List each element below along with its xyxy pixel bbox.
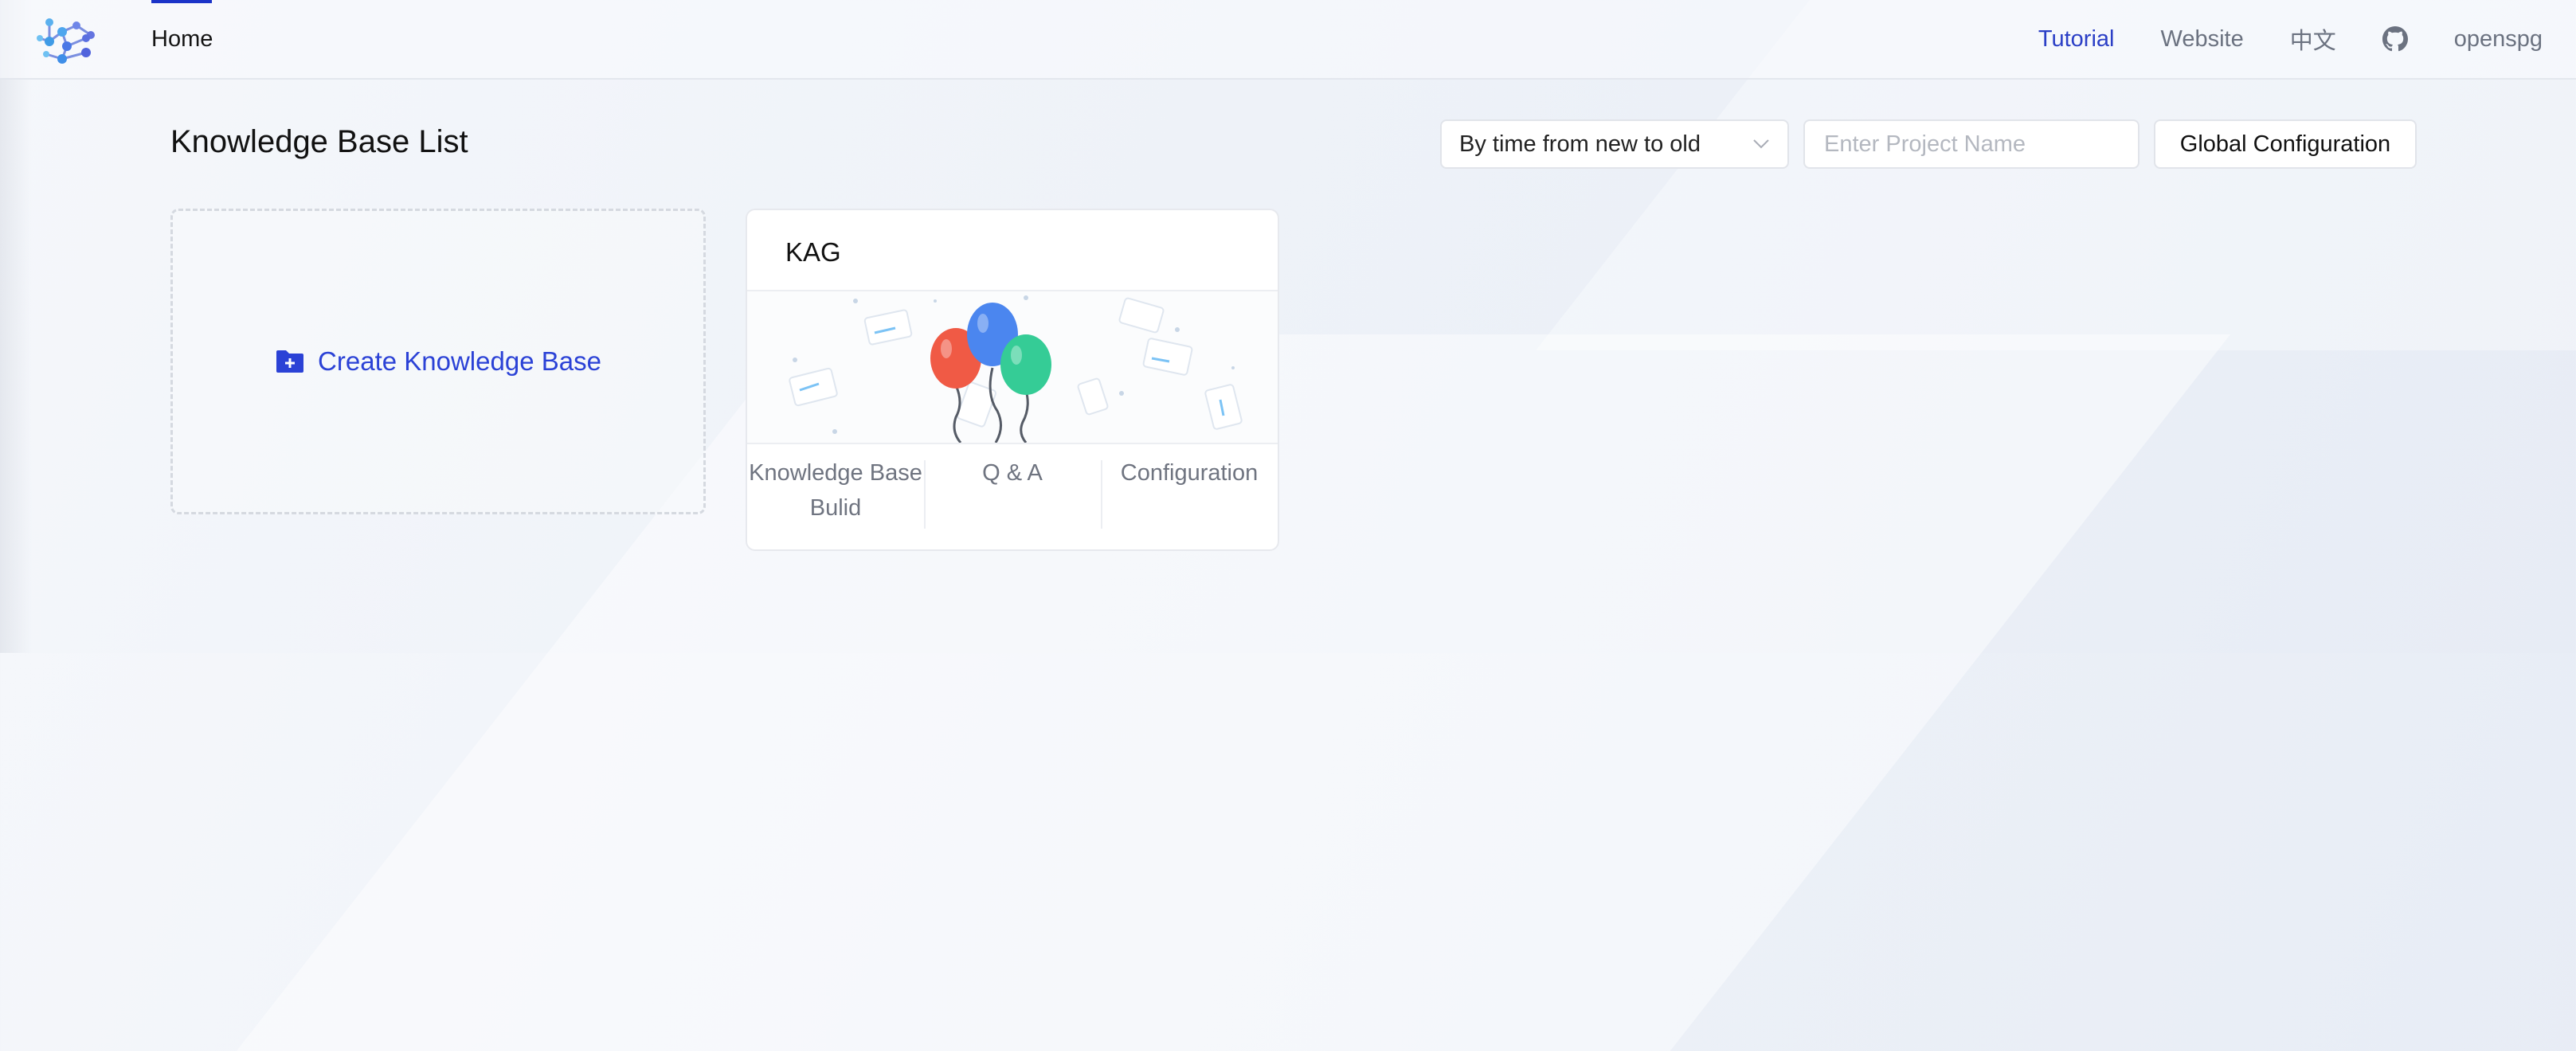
qa-button[interactable]: Q & A	[924, 444, 1101, 549]
configuration-button[interactable]: Configuration	[1101, 444, 1278, 549]
github-icon[interactable]	[2382, 26, 2408, 52]
background-shade	[0, 0, 32, 653]
nav-home[interactable]: Home	[151, 0, 213, 78]
project-name[interactable]: KAG	[785, 237, 841, 268]
create-knowledge-base-label: Create Knowledge Base	[318, 346, 601, 376]
search-box[interactable]	[1803, 119, 2139, 169]
user-name[interactable]: openspg	[2454, 26, 2543, 53]
openspg-logo-icon[interactable]	[35, 14, 104, 67]
top-links: Tutorial Website 中文 openspg	[2038, 0, 2543, 78]
project-search-input[interactable]	[1822, 130, 2126, 158]
create-knowledge-base-button[interactable]: Create Knowledge Base	[275, 346, 601, 377]
tutorial-link[interactable]: Tutorial	[2038, 26, 2115, 53]
page-title: Knowledge Base List	[170, 124, 468, 159]
project-actions: Knowledge Base Bulid Q & A Configuration	[747, 444, 1278, 549]
folder-plus-icon	[276, 350, 304, 373]
chevron-down-icon	[1753, 139, 1769, 149]
website-link[interactable]: Website	[2160, 26, 2243, 53]
knowledge-base-build-button[interactable]: Knowledge Base Bulid	[747, 444, 924, 549]
create-knowledge-base-card[interactable]: Create Knowledge Base	[170, 209, 706, 514]
balloons-illustration	[747, 291, 1278, 443]
project-card[interactable]: KAG Knowledge Base Bulid Q & A Configura…	[746, 209, 1279, 551]
language-switch[interactable]: 中文	[2290, 22, 2336, 56]
top-navigation-bar: Home Tutorial Website 中文 openspg	[0, 0, 2576, 80]
sort-select[interactable]: By time from new to old	[1440, 119, 1789, 169]
global-configuration-button[interactable]: Global Configuration	[2154, 119, 2417, 169]
sort-select-value: By time from new to old	[1459, 131, 1701, 157]
